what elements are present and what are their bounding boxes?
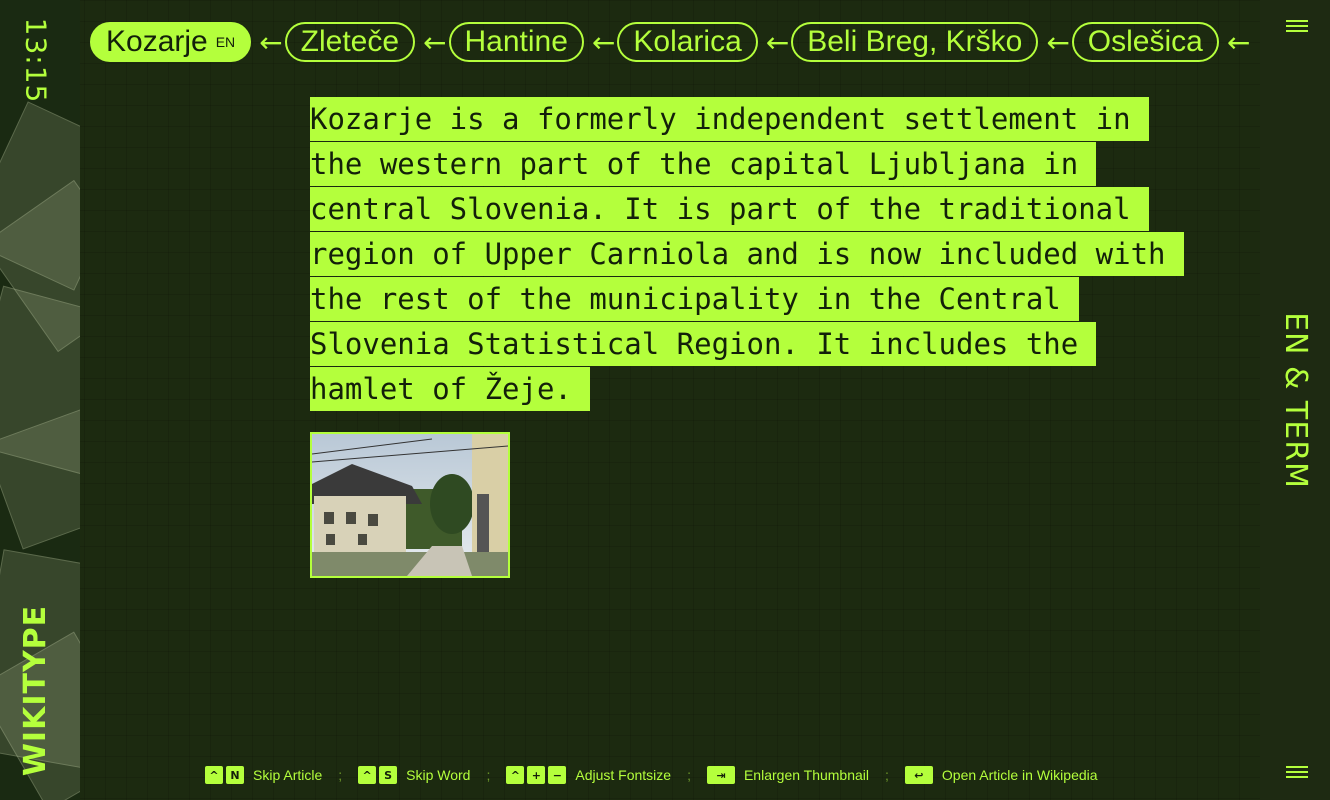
menu-icon[interactable] (1286, 20, 1308, 34)
key-ctrl: ^ (506, 766, 525, 784)
hint-skip-word[interactable]: ^ S Skip Word (358, 766, 470, 784)
article-body: Kozarje is a formerly independent settle… (310, 97, 1184, 411)
arrow-left-icon: ← (1046, 25, 1070, 59)
clock: 13:15 (19, 17, 53, 103)
hint-label: Enlargen Thumbnail (743, 767, 870, 783)
language-mode-label[interactable]: EN & TERM (1268, 290, 1322, 510)
hint-open-wikipedia[interactable]: ↩ Open Article in Wikipedia (904, 766, 1098, 784)
key-enter: ↩ (904, 766, 933, 784)
key-s: S (379, 766, 398, 784)
language-tag: EN (215, 34, 236, 50)
keyboard-hints: ^ N Skip Article ; ^ S Skip Word ; ^ + −… (205, 764, 1098, 786)
breadcrumb-item[interactable]: Kolarica (617, 22, 758, 62)
article-thumbnail[interactable] (310, 432, 510, 578)
breadcrumb-current[interactable]: Kozarje EN (90, 22, 252, 62)
breadcrumb-item[interactable]: Zleteče (284, 22, 416, 62)
right-sidebar: EN & TERM (1260, 0, 1330, 800)
arrow-left-icon: ← (591, 25, 616, 59)
key-tab: ⇥ (706, 766, 735, 784)
separator: ; (486, 767, 491, 783)
hint-enlarge-thumbnail[interactable]: ⇥ Enlargen Thumbnail (706, 766, 870, 784)
key-ctrl: ^ (358, 766, 377, 784)
house-photo (312, 434, 508, 576)
key-plus: + (527, 766, 546, 784)
separator: ; (687, 767, 691, 783)
arrow-left-icon: ← (1226, 25, 1251, 59)
hint-label: Skip Article (253, 767, 323, 783)
left-sidebar: 13:15 WIKITYPE (0, 0, 80, 800)
article-text: Kozarje is a formerly independent settle… (310, 97, 1184, 412)
separator: ; (338, 767, 343, 783)
brand-logo[interactable]: WIKITYPE (0, 595, 72, 785)
arrow-left-icon: ← (765, 25, 790, 59)
key-ctrl: ^ (205, 766, 223, 784)
key-n: N (226, 766, 244, 784)
hint-skip-article[interactable]: ^ N Skip Article (205, 766, 322, 784)
menu-icon[interactable] (1286, 766, 1308, 780)
hint-label: Adjust Fontsize (575, 767, 672, 783)
key-minus: − (548, 766, 567, 784)
breadcrumb-item[interactable]: Hantine (448, 22, 584, 62)
arrow-left-icon: ← (423, 25, 447, 59)
breadcrumb-item[interactable]: Beli Breg, Krško (791, 22, 1039, 62)
separator: ; (885, 767, 889, 783)
hint-label: Open Article in Wikipedia (941, 767, 1098, 783)
hint-adjust-fontsize[interactable]: ^ + − Adjust Fontsize (506, 766, 671, 784)
breadcrumb-item[interactable]: Oslešica (1071, 22, 1219, 62)
breadcrumb: Kozarje EN ← Zleteče ← Hantine ← Kolaric… (90, 20, 1252, 64)
hint-label: Skip Word (406, 767, 471, 783)
arrow-left-icon: ← (259, 25, 283, 59)
